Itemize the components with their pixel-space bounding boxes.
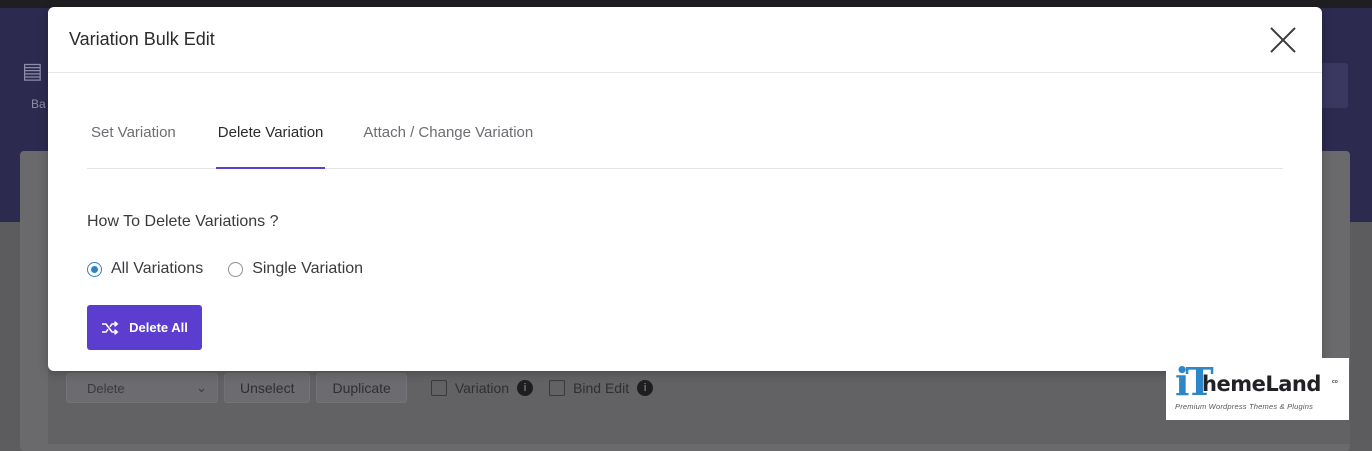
variation-checkbox-box[interactable]: [430, 380, 447, 396]
tab-attach-change-variation[interactable]: Attach / Change Variation: [361, 114, 535, 168]
radio-all-variations[interactable]: All Variations: [87, 260, 203, 278]
delete-all-label: Delete All: [129, 320, 188, 335]
variation-tabs: Set Variation Delete Variation Attach / …: [87, 114, 1283, 169]
delete-all-button[interactable]: Delete All: [87, 305, 202, 350]
tab-set-variation[interactable]: Set Variation: [89, 114, 178, 168]
tab-delete-variation[interactable]: Delete Variation: [215, 114, 326, 169]
delete-method-question: How To Delete Variations ?: [87, 213, 279, 230]
chevron-down-icon: ⌄: [196, 380, 207, 395]
logo-co-mark: co: [1332, 379, 1338, 385]
variation-checkbox[interactable]: Variation i: [430, 380, 534, 396]
bulk-edit-icon[interactable]: ▤: [22, 58, 48, 84]
bulk-toolbar: Delete ⌄ Unselect Duplicate Variation i …: [66, 371, 654, 405]
shuffle-icon: [102, 320, 119, 335]
bulk-action-select[interactable]: Delete ⌄: [66, 373, 218, 403]
bind-edit-checkbox-label: Bind Edit: [573, 380, 630, 396]
info-icon[interactable]: i: [517, 380, 534, 396]
bind-edit-checkbox-box[interactable]: [549, 380, 566, 396]
modal-title: Variation Bulk Edit: [69, 29, 215, 49]
radio-single-variation-label: Single Variation: [252, 260, 364, 277]
ithemeland-logo: iT hemeLand co Premium Wordpress Themes …: [1166, 358, 1349, 420]
modal-header: Variation Bulk Edit: [48, 7, 1322, 73]
logo-tagline: Premium Wordpress Themes & Plugins: [1175, 402, 1314, 411]
delete-method-options: All Variations Single Variation: [87, 260, 388, 278]
close-icon[interactable]: [1270, 27, 1296, 53]
radio-button[interactable]: [228, 261, 244, 277]
sidebar-label: Ba: [31, 97, 46, 111]
radio-single-variation[interactable]: Single Variation: [228, 260, 363, 278]
info-icon[interactable]: i: [637, 380, 654, 396]
variation-bulk-edit-modal: Variation Bulk Edit Set Variation Delete…: [48, 7, 1322, 371]
radio-button-checked[interactable]: [87, 261, 102, 277]
variation-checkbox-label: Variation: [454, 380, 510, 396]
bulk-action-select-value: Delete: [87, 380, 125, 396]
radio-all-variations-label: All Variations: [111, 260, 204, 277]
bind-edit-checkbox[interactable]: Bind Edit i: [549, 380, 654, 396]
unselect-button[interactable]: Unselect: [224, 373, 311, 403]
duplicate-button[interactable]: Duplicate: [316, 373, 407, 403]
logo-brand-name: hemeLand: [1202, 372, 1321, 396]
